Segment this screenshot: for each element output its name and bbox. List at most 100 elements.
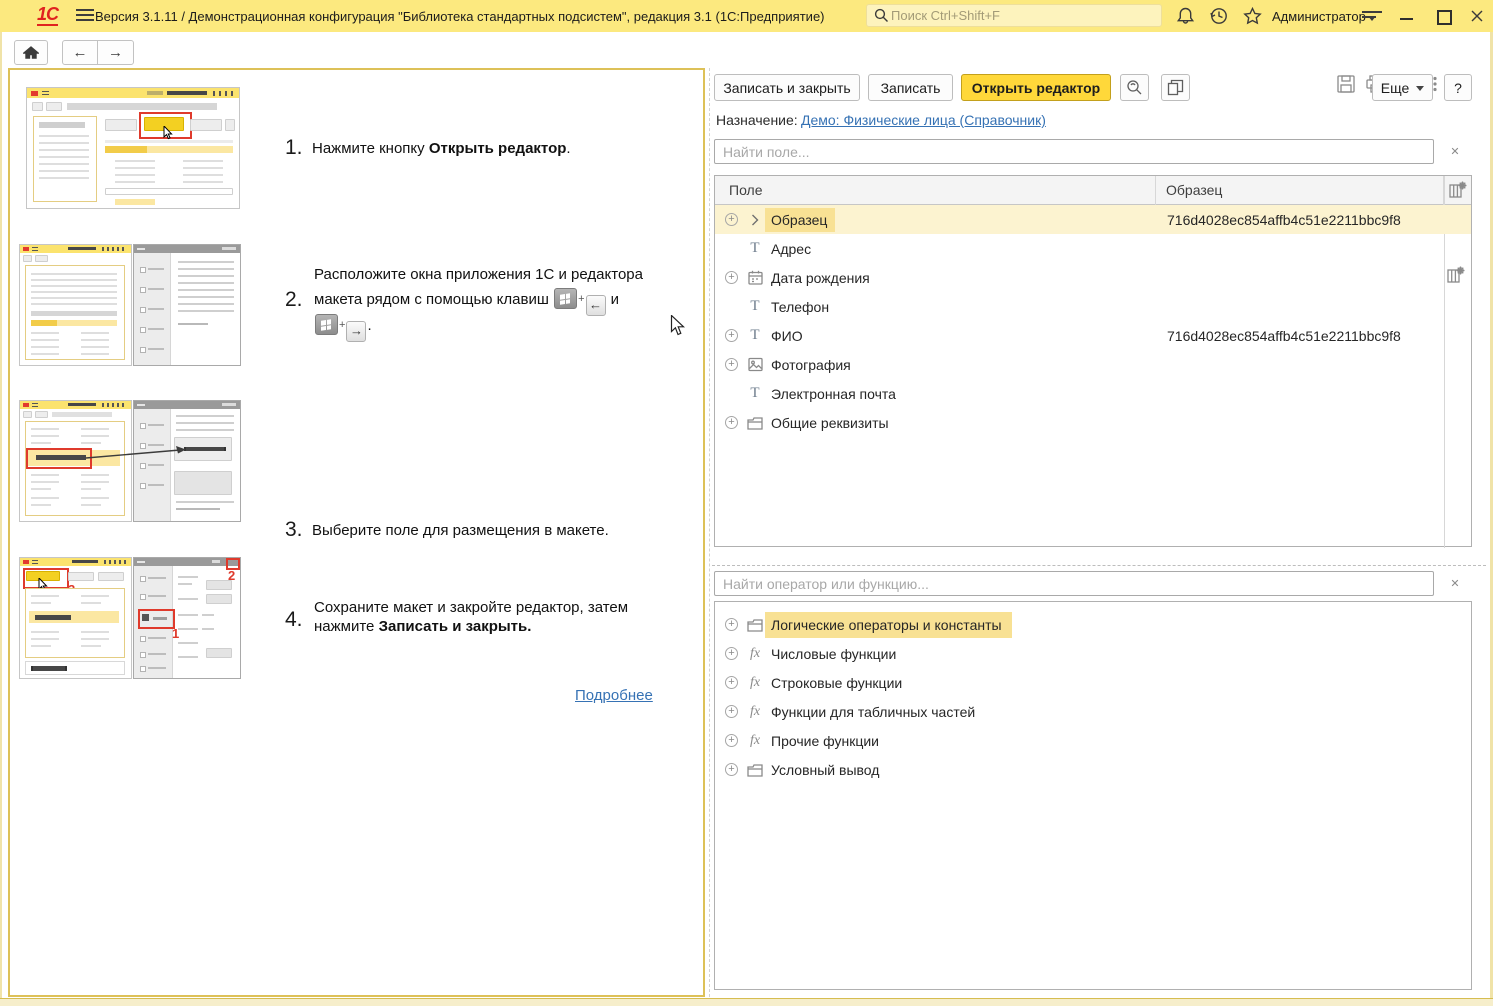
open-editor-button[interactable]: Открыть редактор	[961, 74, 1111, 101]
function-icon	[747, 646, 763, 662]
row-label: Адрес	[771, 241, 811, 257]
expand-icon[interactable]	[725, 705, 738, 718]
home-button[interactable]	[14, 40, 48, 65]
clear-operator-search-icon[interactable]	[1448, 577, 1462, 591]
table-row-common-attributes[interactable]: Общие реквизиты	[715, 408, 1471, 437]
forward-arrow-icon: →	[108, 44, 123, 61]
row-value: 716d4028ec854affb4c51e2211bbc9f8	[1167, 328, 1401, 344]
tree-item-tabular-functions[interactable]: Функции для табличных частей	[715, 697, 1471, 726]
more-actions-button[interactable]: Еще	[1372, 74, 1433, 101]
notifications-bell-icon[interactable]	[1176, 6, 1195, 26]
tree-item-other-functions[interactable]: Прочие функции	[715, 726, 1471, 755]
expand-icon[interactable]	[725, 647, 738, 660]
table-settings-floating-icon[interactable]	[1447, 266, 1465, 284]
table-row-email[interactable]: Электронная почта	[715, 379, 1471, 408]
magnifier-icon	[1126, 79, 1143, 96]
tree-item-string-functions[interactable]: Строковые функции	[715, 668, 1471, 697]
expand-icon[interactable]	[725, 329, 738, 342]
table-row-phone[interactable]: Телефон	[715, 292, 1471, 321]
step-number: 3.	[285, 518, 303, 542]
operators-tree: Логические операторы и константы Числовы…	[714, 601, 1472, 990]
expand-icon[interactable]	[725, 676, 738, 689]
field-search-input[interactable]	[714, 139, 1434, 164]
table-row-fullname[interactable]: ФИО 716d4028ec854affb4c51e2211bbc9f8	[715, 321, 1471, 350]
folder-icon	[747, 617, 763, 633]
global-search-box[interactable]	[866, 4, 1162, 27]
step-1-cursor-icon	[163, 126, 173, 140]
table-settings-header-cell[interactable]	[1444, 176, 1472, 205]
purpose-label: Назначение:	[716, 112, 798, 128]
column-header-sample[interactable]: Образец	[1156, 176, 1444, 205]
text-type-icon	[747, 241, 763, 257]
sections-splitter[interactable]	[712, 565, 1486, 566]
function-icon	[747, 675, 763, 691]
table-row-photo[interactable]: Фотография	[715, 350, 1471, 379]
save-icon[interactable]	[1337, 75, 1355, 93]
purpose-link[interactable]: Демо: Физические лица (Справочник)	[801, 112, 1046, 128]
expand-icon[interactable]	[725, 416, 738, 429]
search-tool-button[interactable]	[1120, 74, 1149, 101]
more-details-link[interactable]: Подробнее	[575, 687, 653, 704]
text-type-icon	[747, 386, 763, 402]
current-user[interactable]: Администратор	[1272, 9, 1366, 24]
row-label: Телефон	[771, 299, 829, 315]
tree-item-label: Условный вывод	[771, 762, 879, 778]
copy-button[interactable]	[1161, 74, 1190, 101]
row-label: Образец	[765, 208, 835, 232]
global-search-input[interactable]	[889, 7, 1143, 24]
main-menu-icon[interactable]	[76, 9, 94, 24]
tree-item-numeric-functions[interactable]: Числовые функции	[715, 639, 1471, 668]
titlebar: 1С Версия 3.1.11 / Демонстрационная конф…	[0, 0, 1493, 33]
table-row-sample[interactable]: Образец 716d4028ec854affb4c51e2211bbc9f8	[715, 205, 1471, 234]
calendar-icon	[747, 270, 763, 286]
clear-field-search-icon[interactable]	[1448, 145, 1462, 159]
chevron-right-icon[interactable]	[747, 212, 763, 228]
tree-item-label: Функции для табличных частей	[771, 704, 975, 720]
step-2-app-thumbnail	[19, 244, 132, 366]
right-arrow-key-icon	[346, 321, 366, 342]
forward-button[interactable]: →	[98, 41, 133, 64]
navigation-buttons: ← →	[62, 40, 134, 65]
save-and-close-button[interactable]: Записать и закрыть	[714, 74, 860, 101]
step-4-save-highlight-box	[138, 609, 175, 629]
tree-item-conditional-output[interactable]: Условный вывод	[715, 755, 1471, 784]
table-settings-icon	[1449, 181, 1467, 199]
expand-icon[interactable]	[725, 213, 738, 226]
save-button[interactable]: Записать	[868, 74, 953, 101]
text-type-icon	[747, 328, 763, 344]
expand-icon[interactable]	[725, 271, 738, 284]
panel-splitter[interactable]	[709, 68, 710, 997]
app-title: Версия 3.1.11 / Демонстрационная конфигу…	[95, 9, 825, 24]
help-button[interactable]: ?	[1444, 74, 1472, 101]
row-label: Фотография	[771, 357, 851, 373]
tree-item-logical-operators[interactable]: Логические операторы и константы	[715, 610, 1471, 639]
copy-icon	[1167, 79, 1184, 96]
minimize-button[interactable]	[1400, 18, 1413, 20]
close-window-button[interactable]	[1470, 9, 1484, 23]
1c-logo-icon: 1С	[37, 5, 58, 26]
row-label: Электронная почта	[771, 386, 896, 402]
left-arrow-key-icon	[586, 295, 606, 316]
expand-icon[interactable]	[725, 358, 738, 371]
expand-icon[interactable]	[725, 618, 738, 631]
function-icon	[747, 704, 763, 720]
image-icon	[747, 357, 763, 373]
windows-key-icon	[554, 288, 577, 309]
maximize-button[interactable]	[1437, 10, 1452, 25]
back-button[interactable]: ←	[63, 41, 98, 64]
step-2-line-1: Расположите окна приложения 1С и редакто…	[314, 262, 643, 288]
expand-icon[interactable]	[725, 734, 738, 747]
column-header-field[interactable]: Поле	[715, 176, 1156, 205]
row-label: Общие реквизиты	[771, 415, 889, 431]
dropdown-arrow-icon	[1416, 86, 1424, 95]
table-row-address[interactable]: Адрес	[715, 234, 1471, 263]
expand-icon[interactable]	[725, 763, 738, 776]
windows-key-icon	[315, 314, 338, 335]
operator-search-input[interactable]	[714, 571, 1434, 596]
favorites-star-icon[interactable]	[1242, 6, 1263, 26]
history-icon[interactable]	[1209, 6, 1229, 26]
step-4-editor-thumbnail: 2 1	[133, 557, 241, 679]
back-arrow-icon: ←	[73, 44, 88, 61]
step-3-arrow	[82, 442, 194, 464]
table-row-birthdate[interactable]: Дата рождения	[715, 263, 1471, 292]
